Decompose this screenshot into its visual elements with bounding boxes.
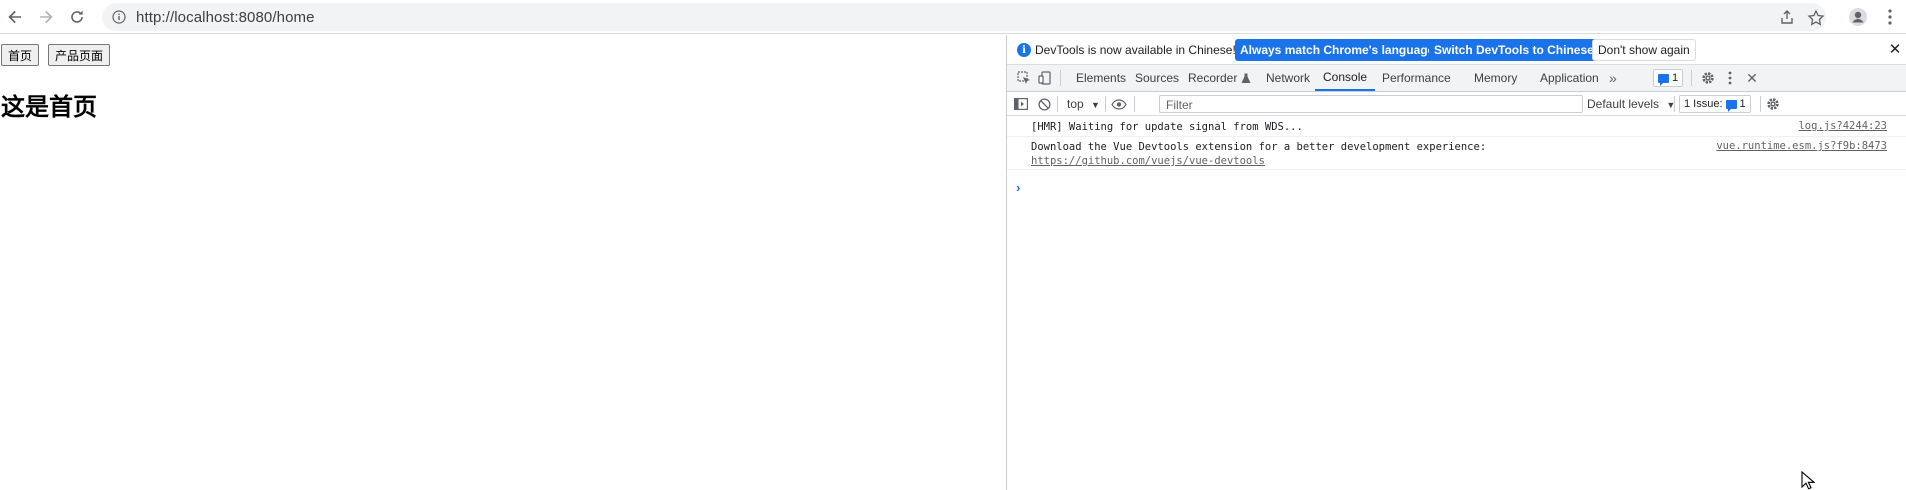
divider [1060, 70, 1061, 86]
dont-show-again-button[interactable]: Don't show again [1592, 39, 1696, 61]
console-message-text: [HMR] Waiting for update signal from WDS… [1031, 121, 1303, 133]
devtools-tabbar: Elements Sources Recorder Network Consol… [1007, 65, 1906, 92]
more-tabs-chevron-icon[interactable]: » [1609, 65, 1617, 91]
tab-network[interactable]: Network [1266, 65, 1310, 91]
console-prompt-chevron-icon[interactable]: › [1016, 180, 1020, 195]
tab-console[interactable]: Console [1315, 65, 1376, 91]
tab-sources[interactable]: Sources [1135, 65, 1179, 91]
bookmark-star-icon[interactable] [1807, 9, 1825, 27]
inspect-element-icon[interactable] [1015, 69, 1033, 87]
flask-icon [1241, 73, 1251, 83]
divider [1057, 96, 1058, 112]
divider [1691, 70, 1692, 86]
match-language-button[interactable]: Always match Chrome's language [1235, 39, 1440, 61]
message-icon [1658, 73, 1669, 86]
info-icon[interactable] [112, 10, 126, 24]
tab-application[interactable]: Application [1540, 65, 1599, 91]
issues-label: 1 Issue: [1684, 98, 1723, 110]
reload-icon [71, 10, 83, 23]
home-button[interactable]: 首页 [1, 44, 40, 66]
issues-badge[interactable]: 1 [1653, 69, 1684, 87]
context-value: top [1067, 97, 1084, 111]
products-button[interactable]: 产品页面 [48, 44, 111, 66]
browser-toolbar: http://localhost:8080/home [0, 0, 1906, 34]
context-selector[interactable]: top ▼ [1067, 97, 1100, 111]
settings-gear-icon[interactable] [1699, 69, 1717, 87]
clear-console-icon[interactable] [1035, 95, 1053, 113]
log-levels-label: Default levels [1587, 97, 1660, 111]
live-expression-eye-icon[interactable] [1110, 95, 1128, 113]
console-issues-button[interactable]: 1 Issue: 1 [1679, 95, 1751, 113]
arrow-left-icon [8, 10, 21, 24]
mouse-cursor-icon [1801, 471, 1815, 490]
kebab-menu-icon [1888, 9, 1892, 25]
tab-elements[interactable]: Elements [1076, 65, 1126, 91]
source-link[interactable]: log.js?4244:23 [1798, 120, 1887, 132]
issues-count: 1 [1739, 98, 1746, 110]
browser-menu-button[interactable] [1877, 4, 1903, 30]
forward-button[interactable] [33, 4, 59, 30]
infobar-message: DevTools is now available in Chinese! [1035, 43, 1236, 57]
console-toolbar: top ▼ Filter Default levels ▼ 1 Issue: 1 [1007, 92, 1906, 116]
arrow-right-icon [40, 10, 53, 24]
avatar-icon [1849, 8, 1867, 26]
source-link[interactable]: vue.runtime.esm.js?f9b:8473 [1716, 140, 1887, 152]
reload-button[interactable] [64, 4, 90, 30]
divider [1760, 96, 1761, 112]
close-icon[interactable]: ✕ [1887, 41, 1903, 58]
message-icon [1725, 99, 1737, 112]
language-infobar: i DevTools is now available in Chinese! … [1007, 35, 1906, 65]
close-devtools-icon[interactable]: ✕ [1743, 69, 1761, 87]
customize-menu-icon[interactable] [1721, 69, 1739, 87]
back-button[interactable] [2, 4, 28, 30]
log-levels-dropdown[interactable]: Default levels ▼ [1587, 97, 1675, 111]
filter-placeholder: Filter [1166, 98, 1193, 112]
info-icon: i [1017, 43, 1031, 57]
profile-button[interactable] [1845, 4, 1871, 30]
tab-recorder[interactable]: Recorder [1188, 65, 1251, 91]
share-icon[interactable] [1778, 9, 1796, 27]
divider [1134, 96, 1135, 112]
page-viewport: 首页 产品页面 这是首页 [0, 35, 1006, 490]
url-text[interactable]: http://localhost:8080/home [136, 9, 315, 26]
console-settings-gear-icon[interactable] [1764, 95, 1782, 113]
divider [1674, 96, 1675, 112]
vue-devtools-link[interactable]: https://github.com/vuejs/vue-devtools [1031, 155, 1265, 167]
console-message: [HMR] Waiting for update signal from WDS… [1007, 117, 1906, 137]
devtools-panel: i DevTools is now available in Chinese! … [1006, 35, 1906, 490]
tab-performance[interactable]: Performance [1382, 65, 1451, 91]
tab-memory[interactable]: Memory [1474, 65, 1517, 91]
console-filter-input[interactable]: Filter [1159, 95, 1583, 113]
page-heading: 这是首页 [1, 93, 97, 121]
console-message-text: Download the Vue Devtools extension for … [1031, 140, 1486, 168]
dropdown-arrow-icon: ▼ [1091, 100, 1100, 110]
console-message: Download the Vue Devtools extension for … [1007, 137, 1906, 170]
console-message-body: Download the Vue Devtools extension for … [1031, 141, 1487, 153]
issues-count: 1 [1672, 72, 1679, 84]
device-toolbar-icon[interactable] [1036, 69, 1054, 87]
switch-to-chinese-button[interactable]: Switch DevTools to Chinese [1429, 39, 1599, 61]
sidebar-toggle-icon[interactable] [1012, 95, 1030, 113]
address-bar[interactable]: http://localhost:8080/home [102, 3, 1826, 31]
divider [1105, 96, 1106, 112]
tab-recorder-label: Recorder [1188, 71, 1238, 85]
